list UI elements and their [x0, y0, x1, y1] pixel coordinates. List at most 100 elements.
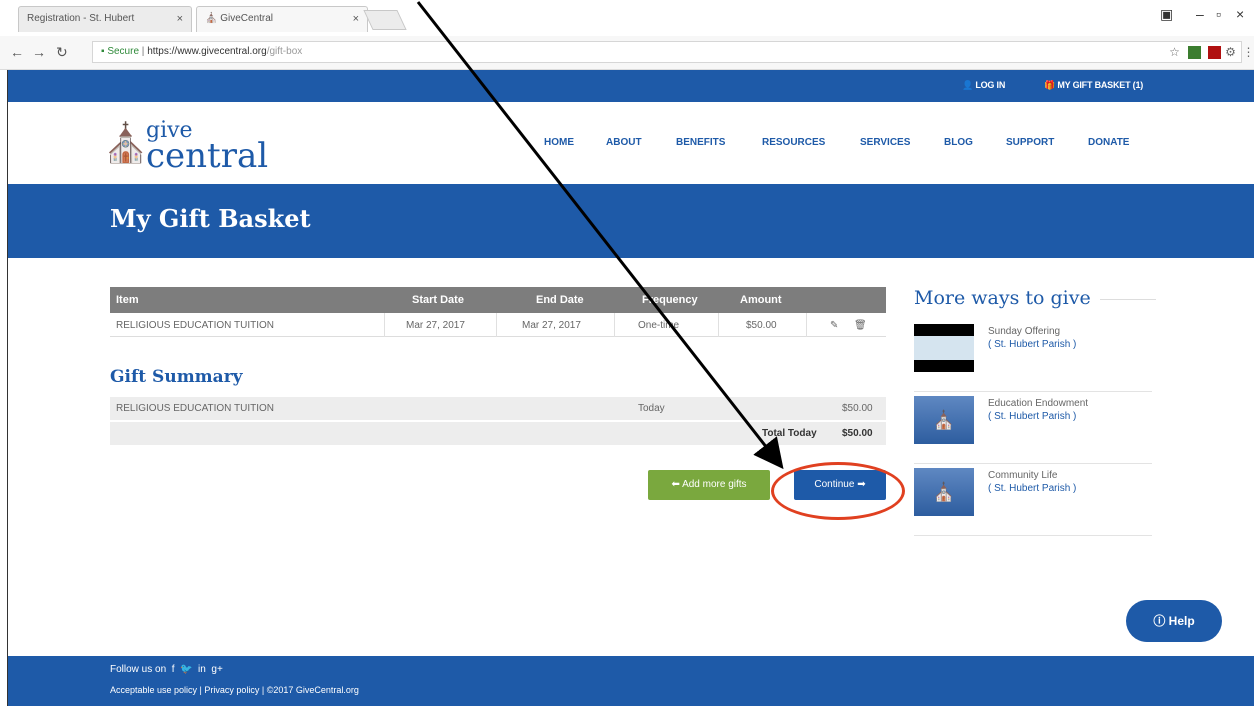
column-header-frequency: Frequency — [642, 294, 698, 306]
sidebar-item-org[interactable]: ( St. Hubert Parish ) — [988, 339, 1076, 350]
arrow-left-icon: ⬅ — [671, 479, 680, 490]
footer-links[interactable]: Acceptable use policy | Privacy policy |… — [110, 685, 359, 695]
givecentral-logo-thumbnail: ⛪ — [914, 468, 974, 516]
reload-icon[interactable]: ↻ — [56, 44, 68, 61]
sidebar-item-community-life[interactable]: ⛪ Community Life ( St. Hubert Parish ) — [914, 466, 1152, 536]
total-amount: $50.00 — [842, 428, 873, 439]
site-header: ⛪ give central HOME ABOUT BENEFITS RESOU… — [8, 102, 1254, 184]
divider — [384, 313, 385, 337]
site-footer: Follow us on f 🐦 in g+ Acceptable use po… — [8, 656, 1254, 706]
close-tab-icon[interactable]: × — [353, 7, 359, 31]
gift-basket-table: Item Start Date End Date Frequency Amoun… — [110, 287, 886, 337]
url-field[interactable]: ▪ Secure | https://www.givecentral.org/g… — [92, 41, 1242, 63]
browser-tab-givecentral[interactable]: ⛪ GiveCentral × — [196, 6, 368, 32]
add-more-gifts-button[interactable]: ⬅ Add more gifts — [648, 470, 770, 500]
givecentral-logo-thumbnail: ⛪ — [914, 396, 974, 444]
forward-icon[interactable]: → — [32, 44, 46, 60]
logo-central[interactable]: central — [146, 136, 268, 176]
summary-amount: $50.00 — [842, 403, 873, 414]
add-more-label: Add more gifts — [682, 479, 747, 490]
nav-support[interactable]: SUPPORT — [1006, 137, 1054, 148]
sidebar-item-sunday-offering[interactable]: Sunday Offering ( St. Hubert Parish ) — [914, 322, 1152, 392]
login-link[interactable]: 👤 LOG IN — [962, 80, 1005, 91]
help-button[interactable]: ⓘ Help — [1126, 600, 1222, 642]
minimize-icon[interactable]: – — [1196, 6, 1204, 22]
gift-summary-title: Gift Summary — [110, 367, 243, 387]
divider — [806, 313, 807, 337]
sidebar-item-org[interactable]: ( St. Hubert Parish ) — [988, 411, 1076, 422]
gift-icon: 🎁 — [1044, 80, 1056, 90]
summary-when: Today — [638, 403, 665, 414]
column-header-amount: Amount — [740, 294, 782, 306]
facebook-icon[interactable]: f — [169, 664, 175, 675]
googleplus-icon[interactable]: g+ — [209, 664, 222, 675]
church-photo-thumbnail — [914, 324, 974, 372]
url-host: https://www.givecentral.org — [147, 46, 267, 57]
linkedin-icon[interactable]: in — [195, 664, 206, 675]
window-edge — [0, 70, 8, 706]
follow-label: Follow us on — [110, 664, 167, 675]
table-header: Item Start Date End Date Frequency Amoun… — [110, 287, 886, 313]
browser-tab-bar: Registration - St. Hubert × ⛪ GiveCentra… — [0, 0, 1254, 36]
new-tab-button[interactable] — [363, 10, 407, 30]
gift-basket-label: MY GIFT BASKET (1) — [1057, 80, 1144, 90]
divider — [1100, 299, 1156, 300]
gift-basket-link[interactable]: 🎁 MY GIFT BASKET (1) — [1044, 80, 1143, 91]
nav-services[interactable]: SERVICES — [860, 137, 910, 148]
nav-about[interactable]: ABOUT — [606, 137, 642, 148]
column-header-start-date: Start Date — [412, 294, 464, 306]
menu-icon[interactable]: ⋮ — [1242, 46, 1254, 59]
sidebar-item-education-endowment[interactable]: ⛪ Education Endowment ( St. Hubert Paris… — [914, 394, 1152, 464]
tab-title: Registration - St. Hubert — [27, 13, 135, 24]
row-item: RELIGIOUS EDUCATION TUITION — [116, 320, 274, 331]
extension-icon[interactable]: ⚙ — [1224, 46, 1237, 59]
sidebar-item-name: Community Life — [988, 470, 1058, 481]
row-frequency: One-time — [638, 320, 680, 331]
twitter-icon[interactable]: 🐦 — [177, 664, 192, 675]
follow-us: Follow us on f 🐦 in g+ — [110, 664, 223, 675]
nav-home[interactable]: HOME — [544, 137, 574, 148]
delete-icon[interactable]: 🗑 — [854, 320, 867, 331]
divider — [496, 313, 497, 337]
givecentral-tab-icon: ⛪ — [205, 13, 221, 24]
back-icon[interactable]: ← — [10, 44, 24, 60]
column-header-item: Item — [116, 294, 139, 306]
summary-item: RELIGIOUS EDUCATION TUITION — [116, 403, 274, 414]
total-label: Total Today — [762, 428, 817, 439]
nav-donate[interactable]: DONATE — [1088, 137, 1129, 148]
star-icon[interactable]: ☆ — [1168, 46, 1181, 59]
row-start-date: Mar 27, 2017 — [406, 320, 465, 331]
close-window-icon[interactable]: × — [1236, 6, 1244, 22]
utility-bar: 👤 LOG IN 🎁 MY GIFT BASKET (1) — [8, 70, 1254, 102]
user-icon: 👤 — [962, 80, 974, 90]
help-label: Help — [1168, 614, 1195, 628]
table-row: RELIGIOUS EDUCATION TUITION Mar 27, 2017… — [110, 313, 886, 337]
nav-benefits[interactable]: BENEFITS — [676, 137, 725, 148]
sidebar-item-org[interactable]: ( St. Hubert Parish ) — [988, 483, 1076, 494]
close-tab-icon[interactable]: × — [177, 7, 183, 31]
extension-icon[interactable] — [1188, 46, 1201, 59]
login-label: LOG IN — [975, 80, 1006, 90]
page-banner: My Gift Basket — [8, 184, 1254, 258]
user-icon[interactable]: ▣ — [1160, 6, 1173, 23]
nav-resources[interactable]: RESOURCES — [762, 137, 825, 148]
pdf-extension-icon[interactable] — [1208, 46, 1221, 59]
secure-label: Secure — [107, 46, 140, 57]
maximize-icon[interactable]: ▫ — [1216, 6, 1221, 22]
row-end-date: Mar 27, 2017 — [522, 320, 581, 331]
nav-blog[interactable]: BLOG — [944, 137, 973, 148]
summary-total-row: Total Today $50.00 — [110, 422, 886, 446]
givecentral-logo-icon[interactable]: ⛪ — [102, 122, 149, 166]
edit-icon[interactable]: ✎ — [830, 320, 838, 331]
question-icon: ⓘ — [1153, 614, 1166, 628]
divider — [614, 313, 615, 337]
divider — [718, 313, 719, 337]
row-amount: $50.00 — [746, 320, 777, 331]
tab-title: GiveCentral — [220, 13, 274, 24]
url-path: /gift-box — [266, 46, 303, 57]
address-bar-row: ← → ↻ ▪ Secure | https://www.givecentral… — [0, 36, 1254, 70]
more-ways-title: More ways to give — [914, 287, 1091, 309]
sidebar-item-name: Sunday Offering — [988, 326, 1061, 337]
page-title: My Gift Basket — [110, 204, 311, 233]
browser-tab-registration[interactable]: Registration - St. Hubert × — [18, 6, 192, 32]
